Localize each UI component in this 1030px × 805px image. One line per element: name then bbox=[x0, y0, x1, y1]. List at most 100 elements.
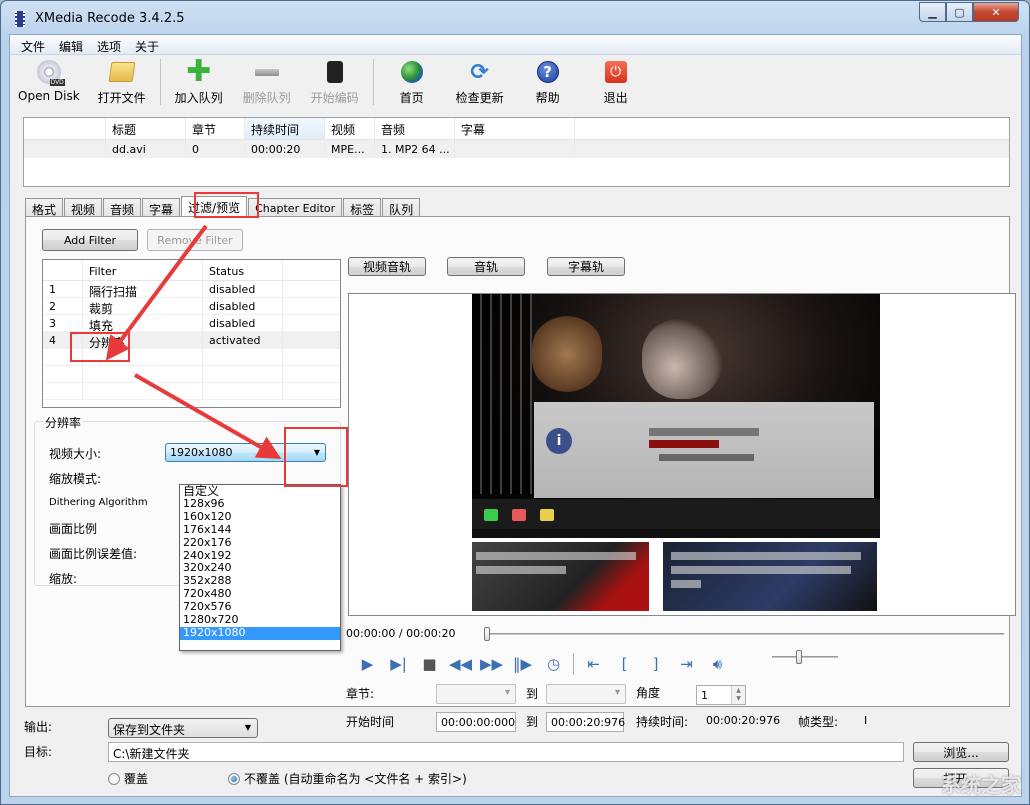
dropdown-option[interactable]: 1280x720 bbox=[180, 613, 340, 627]
menu-file[interactable]: 文件 bbox=[14, 35, 52, 54]
minimize-button[interactable]: ▁ bbox=[919, 2, 946, 22]
filter-row[interactable]: 2 裁剪 disabled bbox=[43, 298, 340, 316]
output-label: 输出: bbox=[24, 720, 53, 734]
tab-subtitle[interactable]: 字幕 bbox=[142, 198, 181, 217]
dropdown-option[interactable]: 128x96 bbox=[180, 497, 340, 511]
clock-icon[interactable]: ◷ bbox=[538, 654, 569, 674]
close-button[interactable]: ✕ bbox=[973, 2, 1019, 22]
add-queue-button[interactable]: ✚ 加入队列 bbox=[173, 57, 225, 106]
open-disk-button[interactable]: Open Disk bbox=[18, 59, 80, 103]
volume-icon[interactable]: 🔊︎ bbox=[702, 654, 733, 674]
play-icon[interactable]: ▶ bbox=[352, 654, 383, 674]
tab-video[interactable]: 视频 bbox=[64, 198, 103, 217]
dropdown-option[interactable]: 176x144 bbox=[180, 523, 340, 537]
check-update-button[interactable]: ⟳ 检查更新 bbox=[454, 59, 506, 106]
folder-icon bbox=[108, 59, 136, 85]
no-overwrite-radio[interactable]: 不覆盖 (自动重命名为 <文件名 + 索引>) bbox=[228, 770, 467, 787]
dropdown-option[interactable]: 160x120 bbox=[180, 510, 340, 524]
audio-track-button[interactable]: 音轨 bbox=[447, 257, 525, 276]
file-list[interactable]: 标题 章节 持续时间 视频 音频 字幕 dd.avi 0 00:00:20 MP… bbox=[23, 117, 1010, 187]
globe-icon bbox=[399, 59, 425, 85]
target-path-input[interactable]: C:\新建文件夹 bbox=[108, 742, 904, 762]
filter-row[interactable]: 1 隔行扫描 disabled bbox=[43, 281, 340, 299]
video-size-combo[interactable]: 1920x1080 ▼ bbox=[165, 443, 326, 462]
tab-queue[interactable]: 队列 bbox=[382, 198, 421, 217]
step-forward-icon[interactable]: ▶| bbox=[383, 654, 414, 674]
filter-row[interactable]: 3 填充 disabled bbox=[43, 315, 340, 333]
dropdown-option[interactable]: 1920x1080 bbox=[180, 626, 340, 640]
column-subtitle[interactable]: 字幕 bbox=[455, 118, 575, 139]
set-end-marker-icon[interactable]: ] bbox=[640, 654, 671, 674]
column-chapter[interactable]: 章节 bbox=[186, 118, 245, 139]
volume-slider-thumb[interactable] bbox=[796, 650, 802, 664]
home-button[interactable]: 首页 bbox=[386, 59, 438, 106]
column-filter[interactable]: Filter bbox=[83, 260, 203, 280]
set-start-marker-icon[interactable]: [ bbox=[609, 654, 640, 674]
power-icon: ⏻ bbox=[603, 59, 629, 85]
dropdown-option[interactable]: 220x176 bbox=[180, 536, 340, 550]
refresh-icon: ⟳ bbox=[470, 59, 489, 85]
menu-bar: 文件 编辑 选项 关于 bbox=[10, 35, 1021, 55]
overwrite-radio[interactable]: 覆盖 bbox=[108, 770, 148, 787]
exit-button[interactable]: ⏻ 退出 bbox=[590, 59, 642, 106]
filter-row-selected[interactable]: 4 分辨率 activated bbox=[43, 332, 340, 350]
seek-slider[interactable] bbox=[484, 627, 1004, 641]
film-icon bbox=[15, 11, 25, 27]
next-frame-icon[interactable]: ‖▶ bbox=[507, 654, 538, 674]
chapter-label: 章节: bbox=[346, 687, 375, 701]
open-file-button[interactable]: 打开文件 bbox=[96, 59, 148, 106]
remove-filter-button[interactable]: Remove Filter bbox=[147, 229, 243, 251]
minus-icon bbox=[254, 59, 280, 85]
column-title[interactable]: 标题 bbox=[106, 118, 186, 139]
output-select[interactable]: 保存到文件夹 bbox=[108, 718, 258, 738]
tab-filter-preview[interactable]: 过滤/预览 bbox=[181, 196, 248, 217]
menu-options[interactable]: 选项 bbox=[90, 35, 128, 54]
scale-mode-label: 缩放模式: bbox=[49, 472, 102, 486]
menu-edit[interactable]: 编辑 bbox=[52, 35, 90, 54]
maximize-button[interactable]: ▢ bbox=[946, 2, 973, 22]
spinner-arrows-icon[interactable]: ▲ ▼ bbox=[731, 686, 745, 704]
stop-icon[interactable]: ■ bbox=[414, 654, 445, 674]
video-size-label: 视频大小: bbox=[49, 447, 102, 461]
add-filter-button[interactable]: Add Filter bbox=[42, 229, 138, 251]
help-icon: ? bbox=[535, 59, 561, 85]
go-to-start-marker-icon[interactable]: ⇤ bbox=[578, 654, 609, 674]
go-to-end-marker-icon[interactable]: ⇥ bbox=[671, 654, 702, 674]
end-time-input[interactable]: 00:00:20:976 bbox=[546, 712, 625, 732]
rewind-icon[interactable]: ◀◀ bbox=[445, 654, 476, 674]
menu-about[interactable]: 关于 bbox=[128, 35, 166, 54]
subtitle-track-button[interactable]: 字幕轨 bbox=[547, 257, 625, 276]
column-video[interactable]: 视频 bbox=[325, 118, 375, 139]
help-button[interactable]: ? 帮助 bbox=[522, 59, 574, 106]
filter-preview-panel: Add Filter Remove Filter Filter Status 1… bbox=[25, 216, 1016, 732]
chevron-down-icon: ▼ bbox=[313, 448, 320, 457]
start-encode-button[interactable]: 开始编码 bbox=[309, 59, 361, 106]
remove-queue-button[interactable]: 删除队列 bbox=[241, 59, 293, 106]
chapter-start-select[interactable] bbox=[436, 684, 516, 704]
video-size-dropdown[interactable]: 自定义 128x96 160x120 176x144 220x176 240x192 320… bbox=[179, 484, 341, 651]
filter-table[interactable]: Filter Status 1 隔行扫描 disabled 2 裁剪 disab… bbox=[42, 259, 341, 408]
file-row[interactable]: dd.avi 0 00:00:20 MPE... 1. MP2 64 ... bbox=[24, 140, 1009, 158]
tab-format[interactable]: 格式 bbox=[25, 198, 64, 217]
browse-button[interactable]: 浏览... bbox=[913, 742, 1009, 762]
angle-spinner[interactable]: 1 ▲ ▼ bbox=[696, 685, 746, 705]
aspect-ratio-label: 画面比例 bbox=[49, 522, 98, 536]
angle-label: 角度 bbox=[636, 686, 661, 700]
column-duration[interactable]: 持续时间 bbox=[245, 118, 325, 139]
tab-chapter-editor[interactable]: Chapter Editor bbox=[248, 198, 343, 217]
tab-audio[interactable]: 音频 bbox=[103, 198, 142, 217]
column-status[interactable]: Status bbox=[203, 260, 283, 280]
chapter-end-select[interactable] bbox=[546, 684, 626, 704]
fast-forward-icon[interactable]: ▶▶ bbox=[476, 654, 507, 674]
disc-icon bbox=[36, 59, 65, 86]
video-track-button[interactable]: 视频音轨 bbox=[348, 257, 426, 276]
column-audio[interactable]: 音频 bbox=[375, 118, 455, 139]
tab-tags[interactable]: 标签 bbox=[343, 198, 382, 217]
aspect-error-label: 画面比例误差值: bbox=[49, 547, 138, 561]
dithering-label: Dithering Algorithm bbox=[49, 497, 148, 508]
toolbar-separator bbox=[372, 59, 374, 105]
start-time-label: 开始时间 bbox=[346, 715, 395, 729]
start-time-input[interactable]: 00:00:00:000 bbox=[436, 712, 516, 732]
seek-slider-thumb[interactable] bbox=[484, 627, 490, 641]
volume-slider[interactable] bbox=[772, 650, 838, 664]
